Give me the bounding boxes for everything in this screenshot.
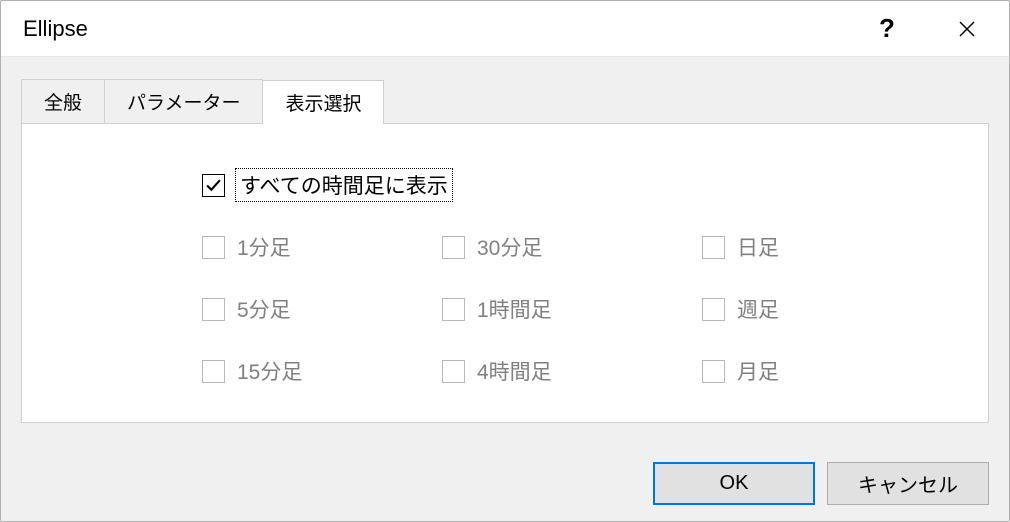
ok-button[interactable]: OK bbox=[653, 462, 815, 505]
check-icon bbox=[205, 177, 222, 194]
title-bar: Ellipse ? bbox=[1, 1, 1009, 57]
mn-checkbox[interactable] bbox=[702, 360, 725, 383]
w1-checkbox[interactable] bbox=[702, 298, 725, 321]
tab-general[interactable]: 全般 bbox=[21, 79, 105, 123]
content-area: 全般 パラメーター 表示選択 すべての時間足に表示 1分足 bbox=[1, 57, 1009, 521]
m30-label: 30分足 bbox=[477, 232, 542, 262]
tab-row: 全般 パラメーター 表示選択 bbox=[21, 79, 989, 123]
h4-label: 4時間足 bbox=[477, 356, 552, 386]
h1-label: 1時間足 bbox=[477, 294, 552, 324]
mn-label: 月足 bbox=[737, 356, 779, 386]
m30-checkbox[interactable] bbox=[442, 236, 465, 259]
m1-label: 1分足 bbox=[237, 232, 291, 262]
close-button[interactable] bbox=[927, 2, 1007, 56]
ellipse-dialog: Ellipse ? 全般 パラメーター 表示選択 すべての時間足に表示 bbox=[0, 0, 1010, 522]
w1-label: 週足 bbox=[737, 294, 779, 324]
master-checkbox-row: すべての時間足に表示 bbox=[202, 168, 958, 202]
dialog-button-row: OK キャンセル bbox=[653, 462, 989, 505]
h1-checkbox[interactable] bbox=[442, 298, 465, 321]
d1-label: 日足 bbox=[737, 232, 779, 262]
d1-checkbox[interactable] bbox=[702, 236, 725, 259]
m5-label: 5分足 bbox=[237, 294, 291, 324]
m15-label: 15分足 bbox=[237, 356, 302, 386]
show-all-timeframes-label: すべての時間足に表示 bbox=[235, 168, 453, 202]
help-button[interactable]: ? bbox=[847, 2, 927, 56]
m1-checkbox[interactable] bbox=[202, 236, 225, 259]
h4-checkbox[interactable] bbox=[442, 360, 465, 383]
show-all-timeframes-checkbox[interactable] bbox=[202, 174, 225, 197]
m15-checkbox[interactable] bbox=[202, 360, 225, 383]
m5-checkbox[interactable] bbox=[202, 298, 225, 321]
timeframe-grid: 1分足 30分足 日足 5分足 1時間足 bbox=[202, 232, 958, 386]
cancel-button[interactable]: キャンセル bbox=[827, 462, 989, 505]
tab-panel-display: すべての時間足に表示 1分足 30分足 日足 5分足 bbox=[21, 123, 989, 423]
close-icon bbox=[959, 21, 975, 37]
dialog-title: Ellipse bbox=[23, 16, 847, 42]
tab-display-select[interactable]: 表示選択 bbox=[262, 80, 384, 124]
tab-parameters[interactable]: パラメーター bbox=[104, 79, 263, 123]
